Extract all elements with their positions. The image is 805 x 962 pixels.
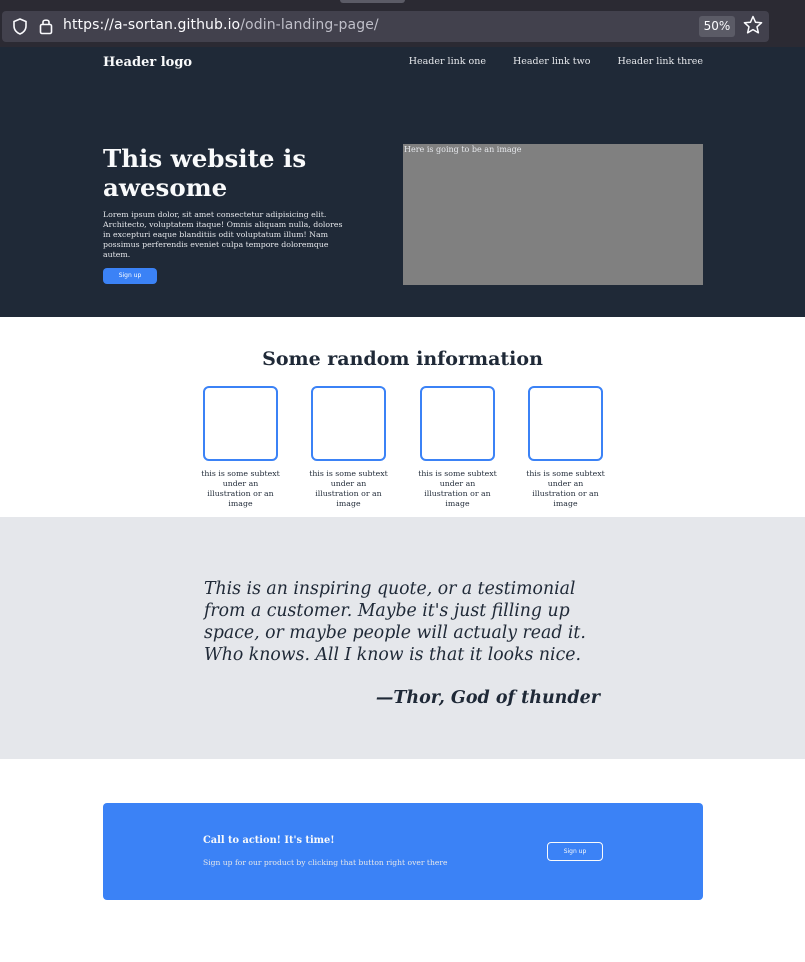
header-logo[interactable]: Header logo	[103, 55, 192, 70]
info-title: Some random information	[262, 348, 543, 370]
cta-signup-button[interactable]: Sign up	[547, 842, 603, 861]
hero-image-placeholder: Here is going to be an image	[403, 144, 703, 285]
info-caption: this is some subtext under an illustrati…	[201, 469, 280, 508]
info-illustration	[311, 386, 386, 461]
zoom-level-button[interactable]: 50%	[699, 16, 735, 37]
hero-section: Header logo Header link one Header link …	[0, 47, 805, 317]
quote-author: —Thor, God of thunder	[375, 688, 600, 708]
info-caption: this is some subtext under an illustrati…	[418, 469, 497, 508]
hero-text: Lorem ipsum dolor, sit amet consectetur …	[103, 210, 343, 259]
info-card: this is some subtext under an illustrati…	[418, 386, 497, 509]
url-host: https://a-sortan.github.io	[63, 17, 241, 33]
nav-link-two[interactable]: Header link two	[513, 56, 590, 67]
hero-signup-button[interactable]: Sign up	[103, 268, 157, 284]
info-card: this is some subtext under an illustrati…	[201, 386, 280, 509]
info-caption: this is some subtext under an illustrati…	[526, 469, 605, 508]
call-to-action-box: Call to action! It's time! Sign up for o…	[103, 803, 703, 900]
url-text[interactable]: https://a-sortan.github.io/odin-landing-…	[63, 17, 379, 33]
lock-icon[interactable]	[39, 17, 53, 35]
shield-icon[interactable]	[12, 18, 28, 35]
hero-title: This website is awesome	[103, 144, 307, 202]
browser-toolbar: https://a-sortan.github.io/odin-landing-…	[0, 0, 805, 47]
info-caption: this is some subtext under an illustrati…	[309, 469, 388, 508]
header-nav: Header link one Header link two Header l…	[409, 56, 703, 67]
cta-title: Call to action! It's time!	[203, 835, 335, 846]
info-card: this is some subtext under an illustrati…	[526, 386, 605, 509]
info-card: this is some subtext under an illustrati…	[309, 386, 388, 509]
info-illustration	[203, 386, 278, 461]
star-icon[interactable]	[743, 15, 763, 35]
url-path: /odin-landing-page/	[240, 17, 379, 33]
info-illustration	[528, 386, 603, 461]
nav-link-one[interactable]: Header link one	[409, 56, 486, 67]
quote-text: This is an inspiring quote, or a testimo…	[204, 579, 586, 665]
tab-indicator	[340, 0, 405, 3]
nav-link-three[interactable]: Header link three	[617, 56, 703, 67]
address-bar[interactable]: https://a-sortan.github.io/odin-landing-…	[2, 11, 769, 42]
cta-text: Sign up for our product by clicking that…	[203, 858, 448, 867]
quote-section: This is an inspiring quote, or a testimo…	[0, 517, 805, 759]
image-placeholder-label: Here is going to be an image	[404, 145, 522, 154]
info-illustration	[420, 386, 495, 461]
